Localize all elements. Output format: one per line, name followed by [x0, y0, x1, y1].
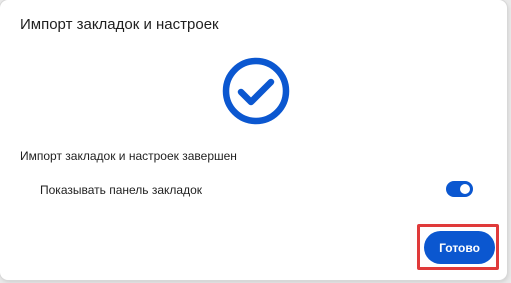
dialog-title: Импорт закладок и настроек [20, 16, 219, 33]
checkmark-circle-icon [222, 57, 290, 125]
import-complete-message: Импорт закладок и настроек завершен [20, 149, 237, 163]
show-bookmarks-bar-label: Показывать панель закладок [40, 183, 203, 197]
show-bookmarks-bar-row: Показывать панель закладок [0, 178, 507, 202]
import-dialog: Импорт закладок и настроек Импорт заклад… [0, 0, 507, 280]
done-button[interactable]: Готово [424, 231, 495, 264]
toggle-knob [460, 184, 470, 194]
show-bookmarks-bar-toggle[interactable] [446, 181, 473, 197]
